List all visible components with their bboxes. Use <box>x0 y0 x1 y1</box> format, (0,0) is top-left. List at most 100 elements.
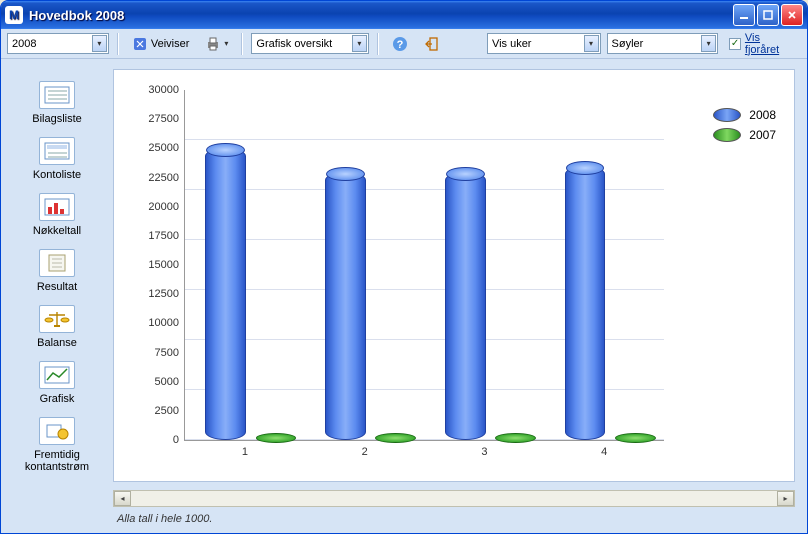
chart-bar-2008 <box>205 148 246 440</box>
chart-bar-2008 <box>445 172 486 440</box>
titlebar: M Hovedbok 2008 <box>1 1 807 29</box>
help-button[interactable]: ? <box>387 33 413 55</box>
main-area: 0 2500 5000 7500 10000 12500 15000 17500 20000 22… <box>113 59 807 533</box>
fremtidig-icon <box>39 417 75 445</box>
sidebar-label: Bilagsliste <box>32 113 82 125</box>
y-tick-label: 22500 <box>148 172 179 184</box>
balanse-icon <box>39 305 75 333</box>
y-tick-label: 5000 <box>155 376 179 388</box>
sidebar-item-fremtidig[interactable]: Fremtidig kontantstrøm <box>7 413 107 475</box>
toolbar: 2008 ▾ Veiviser ▾ Grafisk oversikt ▾ ? <box>1 29 807 59</box>
chart-bar-2008 <box>565 166 606 440</box>
toolbar-separator <box>117 33 119 55</box>
y-tick-label: 2500 <box>155 405 179 417</box>
y-tick-label: 0 <box>173 434 179 446</box>
chart-legend: 2008 2007 <box>713 108 776 148</box>
view-select[interactable]: Grafisk oversikt ▾ <box>251 33 369 54</box>
bilagsliste-icon <box>39 81 75 109</box>
legend-item-2007: 2007 <box>713 128 776 142</box>
period-select-value: Vis uker <box>492 38 532 50</box>
nokkeltall-icon <box>39 193 75 221</box>
chart-bar-2007 <box>375 433 416 443</box>
window-title: Hovedbok 2008 <box>29 8 124 23</box>
veiviser-label: Veiviser <box>151 38 190 50</box>
maximize-button[interactable] <box>757 4 779 26</box>
legend-swatch-icon <box>713 108 741 122</box>
app-icon: M <box>5 6 23 24</box>
sidebar-item-balanse[interactable]: Balanse <box>7 301 107 351</box>
resultat-icon <box>39 249 75 277</box>
close-button[interactable] <box>781 4 803 26</box>
sidebar-item-kontoliste[interactable]: Kontoliste <box>7 133 107 183</box>
legend-swatch-icon <box>713 128 741 142</box>
y-tick-label: 25000 <box>148 142 179 154</box>
scroll-track[interactable] <box>131 491 777 506</box>
print-icon <box>205 36 221 52</box>
y-tick-label: 20000 <box>148 201 179 213</box>
y-tick-label: 12500 <box>148 288 179 300</box>
help-icon: ? <box>392 36 408 52</box>
chart-bar-2007 <box>495 433 536 443</box>
exit-button[interactable] <box>419 33 445 55</box>
print-button[interactable]: ▾ <box>200 33 233 55</box>
x-tick-label: 4 <box>601 446 607 458</box>
sidebar-item-bilagsliste[interactable]: Bilagsliste <box>7 77 107 127</box>
sidebar-label: Grafisk <box>40 393 75 405</box>
chevron-down-icon: ▾ <box>92 35 107 52</box>
period-select[interactable]: Vis uker ▾ <box>487 33 601 54</box>
exit-icon <box>424 36 440 52</box>
chart-plot: 0250050007500100001250015000175002000022… <box>184 90 664 441</box>
wizard-icon <box>132 36 148 52</box>
sidebar-label: Nøkkeltall <box>33 225 81 237</box>
scroll-right-button[interactable]: ▸ <box>777 491 794 506</box>
toolbar-separator <box>377 33 379 55</box>
sidebar-item-resultat[interactable]: Resultat <box>7 245 107 295</box>
chart-bar-2008 <box>325 172 366 440</box>
legend-item-2008: 2008 <box>713 108 776 122</box>
sidebar-label: Fremtidig kontantstrøm <box>7 449 107 473</box>
x-tick-label: 1 <box>242 446 248 458</box>
app-window: M Hovedbok 2008 2008 ▾ Veiviser <box>0 0 808 534</box>
sidebar-item-nokkeltall[interactable]: Nøkkeltall <box>7 189 107 239</box>
x-tick-label: 3 <box>481 446 487 458</box>
charttype-select-value: Søyler <box>612 38 644 50</box>
sidebar: Bilagsliste Kontoliste Nøkkeltall Result… <box>1 59 113 533</box>
chevron-down-icon: ▾ <box>352 35 367 52</box>
year-select[interactable]: 2008 ▾ <box>7 33 109 54</box>
legend-label: 2007 <box>749 128 776 142</box>
chart-frame: 0 2500 5000 7500 10000 12500 15000 17500 20000 22… <box>113 69 795 482</box>
charttype-select[interactable]: Søyler ▾ <box>607 33 719 54</box>
y-tick-label: 27500 <box>148 113 179 125</box>
minimize-button[interactable] <box>733 4 755 26</box>
y-tick-label: 15000 <box>148 259 179 271</box>
year-select-value: 2008 <box>12 38 36 50</box>
chevron-down-icon: ▾ <box>701 35 716 52</box>
view-select-value: Grafisk oversikt <box>256 38 332 50</box>
show-prev-year-checkbox[interactable]: ✓ Vis fjoråret <box>724 33 801 55</box>
kontoliste-icon <box>39 137 75 165</box>
chevron-down-icon: ▾ <box>584 35 599 52</box>
horizontal-scrollbar[interactable]: ◂ ▸ <box>113 490 795 507</box>
sidebar-label: Kontoliste <box>33 169 81 181</box>
dropdown-arrow-icon: ▾ <box>224 39 228 48</box>
sidebar-label: Balanse <box>37 337 77 349</box>
y-tick-label: 7500 <box>155 347 179 359</box>
toolbar-separator <box>241 33 243 55</box>
y-tick-label: 17500 <box>148 230 179 242</box>
sidebar-item-grafisk[interactable]: Grafisk <box>7 357 107 407</box>
footer-note: Alla tall i hele 1000. <box>113 507 795 527</box>
legend-label: 2008 <box>749 108 776 122</box>
svg-text:?: ? <box>397 39 404 51</box>
scroll-left-button[interactable]: ◂ <box>114 491 131 506</box>
window-controls <box>733 4 803 26</box>
y-tick-label: 30000 <box>148 84 179 96</box>
grafisk-icon <box>39 361 75 389</box>
sidebar-label: Resultat <box>37 281 77 293</box>
y-tick-label: 10000 <box>148 317 179 329</box>
veiviser-button[interactable]: Veiviser <box>127 33 195 55</box>
chart-bar-2007 <box>256 433 297 443</box>
body: Bilagsliste Kontoliste Nøkkeltall Result… <box>1 59 807 533</box>
chart-bar-2007 <box>615 433 656 443</box>
checkbox-icon: ✓ <box>729 38 741 50</box>
show-prev-year-label: Vis fjoråret <box>745 32 796 56</box>
